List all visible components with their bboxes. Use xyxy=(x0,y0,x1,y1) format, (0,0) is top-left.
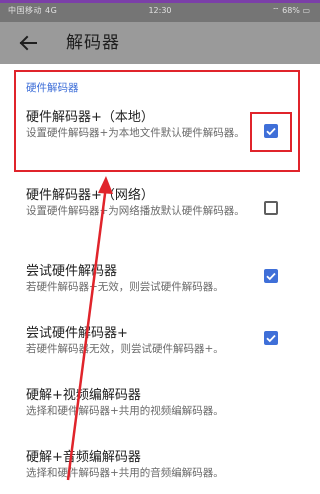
setting-description: 设置硬件解码器+为本地文件默认硬件解码器。 xyxy=(26,127,245,139)
setting-hw-audio-codec[interactable]: 硬解+音频编解码器 选择和硬件解码器+共用的音频编解码器。 xyxy=(0,440,320,490)
setting-description: 选择和硬件解码器+共用的视频编解码器。 xyxy=(26,405,224,417)
try-hw-decoder-checkbox[interactable] xyxy=(264,269,278,283)
check-icon xyxy=(266,272,276,281)
setting-title: 硬件解码器+（网络） xyxy=(26,188,154,203)
setting-title: 尝试硬件解码器 xyxy=(26,264,118,279)
setting-description: 选择和硬件解码器+共用的音频编解码器。 xyxy=(26,467,224,479)
hw-decoder-local-checkbox[interactable] xyxy=(264,124,278,138)
setting-description: 若硬件解码器无效，则尝试硬件解码器+。 xyxy=(26,343,224,355)
setting-hw-decoder-network[interactable]: 硬件解码器+（网络） 设置硬件解码器+为网络播放默认硬件解码器。 xyxy=(0,178,320,238)
setting-hw-video-codec[interactable]: 硬解+视频编解码器 选择和硬件解码器+共用的视频编解码器。 xyxy=(0,378,320,428)
page-title: 解码器 xyxy=(66,33,120,53)
setting-description: 若硬件解码器+无效，则尝试硬件解码器。 xyxy=(26,281,224,293)
setting-title: 尝试硬件解码器+ xyxy=(26,326,128,341)
toolbar: 解码器 xyxy=(0,22,320,64)
setting-description: 设置硬件解码器+为网络播放默认硬件解码器。 xyxy=(26,205,245,217)
setting-hw-decoder-local[interactable]: 硬件解码器+（本地） 设置硬件解码器+为本地文件默认硬件解码器。 xyxy=(0,100,320,170)
section-header: 硬件解码器 xyxy=(26,82,79,94)
setting-title: 硬解+音频编解码器 xyxy=(26,450,141,465)
try-hw-decoder-plus-checkbox[interactable] xyxy=(264,331,278,345)
wifi-icon: ⌔ xyxy=(272,6,280,15)
setting-try-hw-decoder-plus[interactable]: 尝试硬件解码器+ 若硬件解码器无效，则尝试硬件解码器+。 xyxy=(0,316,320,366)
setting-try-hw-decoder[interactable]: 尝试硬件解码器 若硬件解码器+无效，则尝试硬件解码器。 xyxy=(0,254,320,304)
battery-icon: ▭ xyxy=(302,6,310,15)
battery-indicator: ⌔ 68% ▭ xyxy=(272,0,310,22)
check-icon xyxy=(266,127,276,136)
hw-decoder-network-checkbox[interactable] xyxy=(264,201,278,215)
back-arrow-icon[interactable] xyxy=(16,31,40,55)
check-icon xyxy=(266,334,276,343)
setting-title: 硬解+视频编解码器 xyxy=(26,388,141,403)
setting-title: 硬件解码器+（本地） xyxy=(26,110,154,125)
status-bar: 中国移动 4G 12:30 ⌔ 68% ▭ xyxy=(0,0,320,22)
screen: 中国移动 4G 12:30 ⌔ 68% ▭ 解码器 硬件解码器 硬件解码器+（本… xyxy=(0,0,320,494)
top-accent-bar xyxy=(0,0,320,3)
battery-percent: 68% xyxy=(282,6,300,15)
